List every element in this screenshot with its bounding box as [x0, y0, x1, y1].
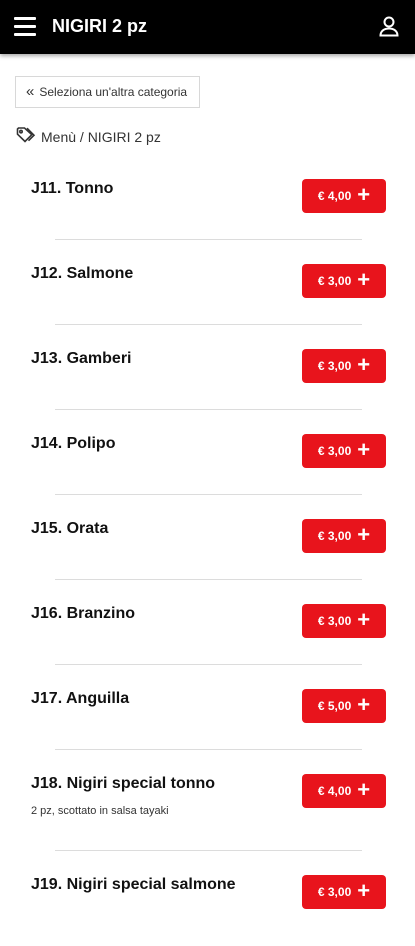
divider [55, 664, 362, 665]
add-to-cart-button[interactable]: € 5,00 + [302, 689, 386, 723]
item-price: € 3,00 [317, 359, 352, 373]
item-name: J17. Anguilla [31, 690, 130, 707]
item-price: € 3,00 [317, 529, 352, 543]
add-to-cart-button[interactable]: € 3,00 + [302, 875, 386, 909]
plus-icon: + [357, 522, 371, 547]
item-name: J16. Branzino [31, 605, 136, 622]
divider [55, 409, 362, 410]
breadcrumb-text: Menù / NIGIRI 2 pz [41, 128, 161, 145]
plus-icon: + [357, 607, 371, 632]
list-item: J12. Salmone € 3,00 + [0, 250, 415, 335]
plus-icon: + [357, 692, 371, 717]
list-item: J15. Orata € 3,00 + [0, 505, 415, 590]
add-to-cart-button[interactable]: € 3,00 + [302, 434, 386, 468]
select-other-category-label: Seleziona un'altra categoria [39, 85, 188, 99]
page-title: NIGIRI 2 pz [52, 16, 148, 36]
add-to-cart-button[interactable]: € 3,00 + [302, 349, 386, 383]
list-item: J16. Branzino € 3,00 + [0, 590, 415, 675]
list-item: J18. Nigiri special tonno 2 pz, scottato… [0, 760, 415, 861]
add-to-cart-button[interactable]: € 3,00 + [302, 604, 386, 638]
user-icon[interactable] [377, 14, 401, 38]
item-name: J18. Nigiri special tonno [31, 775, 216, 792]
add-to-cart-button[interactable]: € 4,00 + [302, 774, 386, 808]
plus-icon: + [357, 777, 371, 802]
item-price: € 4,00 [317, 784, 352, 798]
double-chevron-left-icon: « [26, 82, 35, 100]
add-to-cart-button[interactable]: € 3,00 + [302, 264, 386, 298]
item-name: J15. Orata [31, 520, 109, 537]
select-other-category-button[interactable]: « Seleziona un'altra categoria [15, 76, 201, 108]
item-name: J11. Tonno [31, 180, 114, 197]
plus-icon: + [357, 267, 371, 292]
item-name: J19. Nigiri special salmone [31, 876, 236, 893]
item-name: J13. Gamberi [31, 350, 132, 367]
item-name: J12. Salmone [31, 265, 134, 282]
plus-icon: + [357, 352, 371, 377]
divider [55, 239, 362, 240]
divider [55, 494, 362, 495]
list-item: J14. Polipo € 3,00 + [0, 420, 415, 505]
divider [55, 850, 362, 851]
plus-icon: + [357, 437, 371, 462]
top-app-bar: NIGIRI 2 pz [0, 0, 415, 54]
item-price: € 3,00 [317, 444, 352, 458]
add-to-cart-button[interactable]: € 3,00 + [302, 519, 386, 553]
item-price: € 3,00 [317, 274, 352, 288]
item-price: € 3,00 [317, 614, 352, 628]
add-to-cart-button[interactable]: € 4,00 + [302, 179, 386, 213]
item-price: € 3,00 [317, 885, 352, 899]
list-item: J17. Anguilla € 5,00 + [0, 675, 415, 760]
divider [55, 749, 362, 750]
plus-icon: + [357, 878, 371, 903]
divider [55, 579, 362, 580]
list-item: J19. Nigiri special salmone € 3,00 + [0, 861, 415, 946]
list-item: J11. Tonno € 4,00 + [0, 165, 415, 250]
item-description: 2 pz, scottato in salsa tayaki [31, 805, 169, 817]
menu-item-list: J11. Tonno € 4,00 + J12. Salmone € 3,00 … [0, 165, 415, 946]
list-item: J13. Gamberi € 3,00 + [0, 335, 415, 420]
item-price: € 4,00 [317, 189, 352, 203]
divider [55, 324, 362, 325]
item-price: € 5,00 [317, 699, 352, 713]
plus-icon: + [357, 182, 371, 207]
breadcrumb: Menù / NIGIRI 2 pz [16, 127, 161, 146]
item-name: J14. Polipo [31, 435, 116, 452]
hamburger-menu-icon[interactable] [14, 17, 36, 37]
tag-icon [16, 127, 36, 146]
